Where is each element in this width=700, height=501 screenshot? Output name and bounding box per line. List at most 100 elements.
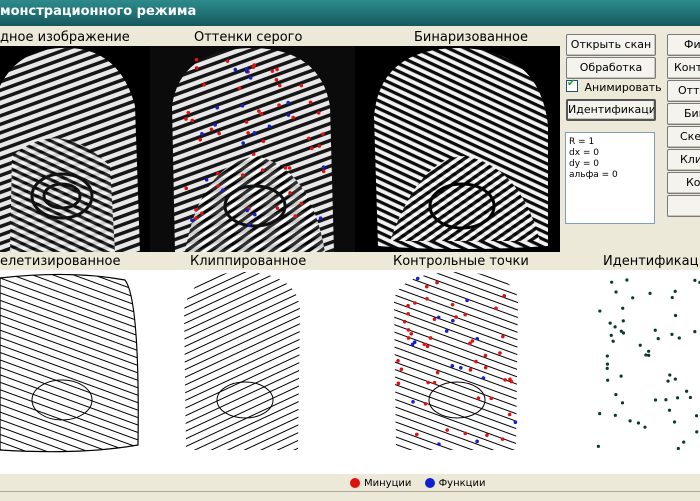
info-dx: dx = 0 bbox=[569, 148, 600, 158]
marker-dot bbox=[411, 400, 415, 404]
marker-dot bbox=[293, 214, 298, 218]
marker-dot bbox=[670, 332, 674, 336]
open-scan-button[interactable]: Открыть скан bbox=[566, 34, 656, 56]
marker-dot bbox=[676, 446, 680, 451]
marker-dot bbox=[244, 120, 249, 124]
marker-dot bbox=[198, 137, 203, 142]
control-points-button[interactable]: Ко bbox=[667, 172, 700, 194]
marker-dot bbox=[621, 331, 626, 335]
marker-dot bbox=[215, 106, 220, 110]
marker-dot bbox=[200, 211, 204, 216]
marker-dot bbox=[424, 284, 429, 289]
marker-dot bbox=[513, 420, 518, 425]
marker-dot bbox=[260, 168, 265, 172]
marker-dot bbox=[247, 223, 251, 228]
marker-dot bbox=[444, 329, 449, 333]
marker-dot bbox=[270, 69, 275, 73]
animate-checkbox[interactable]: Анимировать bbox=[566, 78, 662, 94]
marker-dot bbox=[306, 136, 311, 141]
marker-dot bbox=[507, 412, 512, 417]
marker-dot bbox=[435, 280, 439, 285]
marker-dot bbox=[316, 111, 321, 115]
skeleton-button[interactable]: Скел bbox=[667, 126, 700, 148]
marker-dot bbox=[200, 131, 204, 136]
marker-dot bbox=[647, 353, 651, 357]
marker-dot bbox=[194, 57, 199, 62]
marker-dot bbox=[423, 401, 428, 406]
marker-dot bbox=[508, 377, 512, 382]
marker-dot bbox=[614, 392, 618, 397]
marker-dot bbox=[318, 216, 323, 220]
marker-dot bbox=[489, 396, 494, 401]
identification-point-cloud bbox=[596, 278, 700, 451]
marker-dot bbox=[216, 184, 220, 188]
marker-dot bbox=[694, 414, 699, 418]
marker-dot bbox=[625, 278, 629, 282]
marker-dot bbox=[648, 291, 652, 295]
marker-dot bbox=[310, 146, 314, 151]
checkbox-box[interactable] bbox=[566, 78, 578, 92]
marker-dot bbox=[425, 344, 430, 349]
fp-button[interactable]: Фи bbox=[667, 34, 700, 56]
marker-dot bbox=[613, 413, 617, 417]
marker-dot bbox=[204, 177, 209, 182]
marker-dot bbox=[638, 343, 642, 347]
marker-dot bbox=[261, 139, 266, 144]
marker-dot bbox=[194, 66, 199, 70]
panel-label-binarized: Бинаризованное bbox=[414, 30, 528, 45]
marker-dot bbox=[611, 339, 615, 343]
marker-dot bbox=[216, 171, 220, 176]
identify-button[interactable]: Идентификация bbox=[566, 99, 656, 121]
extra-button[interactable] bbox=[667, 195, 700, 217]
marker-dot bbox=[608, 321, 612, 325]
info-box: R = 1 dx = 0 dy = 0 альфа = 0 bbox=[565, 132, 655, 224]
marker-dot bbox=[275, 206, 280, 210]
marker-dot bbox=[402, 319, 407, 324]
legend: Минуции Функции bbox=[350, 478, 486, 489]
marker-dot bbox=[664, 398, 668, 402]
marker-dot bbox=[240, 103, 245, 108]
marker-dot bbox=[501, 334, 505, 339]
marker-dot bbox=[667, 408, 672, 412]
marker-dot bbox=[414, 432, 419, 437]
marker-dot bbox=[274, 78, 279, 82]
marker-dot bbox=[483, 365, 488, 370]
marker-dot bbox=[468, 368, 473, 372]
marker-dot bbox=[240, 173, 245, 177]
marker-dot bbox=[257, 109, 261, 113]
marker-dot bbox=[253, 212, 257, 217]
marker-dot bbox=[436, 315, 441, 320]
marker-dot bbox=[459, 365, 463, 370]
marker-dot bbox=[483, 353, 488, 358]
marker-dot bbox=[673, 313, 678, 318]
marker-dot bbox=[475, 336, 480, 341]
marker-dot bbox=[225, 59, 230, 63]
panel-label-grayscale: Оттенки серого bbox=[194, 30, 303, 45]
marker-dot bbox=[283, 166, 288, 170]
contrast-button[interactable]: Контра bbox=[667, 57, 700, 79]
marker-dot bbox=[409, 331, 414, 336]
fingerprint-control-points-image bbox=[394, 272, 518, 450]
processing-button[interactable]: Обработка bbox=[566, 57, 656, 79]
clip-button[interactable]: Клип bbox=[667, 149, 700, 171]
marker-dot bbox=[666, 379, 670, 383]
marker-dot bbox=[202, 83, 206, 87]
functions-dot-icon bbox=[424, 478, 435, 488]
marker-dot bbox=[643, 425, 647, 429]
fingerprint-binarized-image bbox=[355, 46, 560, 252]
marker-dot bbox=[406, 328, 411, 332]
marker-dot bbox=[450, 364, 455, 368]
marker-dot bbox=[653, 328, 657, 332]
marker-dot bbox=[502, 294, 507, 298]
legend-functions: Функции bbox=[438, 478, 486, 489]
binarize-button[interactable]: Бин bbox=[667, 103, 700, 125]
marker-dot bbox=[396, 359, 400, 363]
marker-dot bbox=[299, 201, 304, 206]
marker-dot bbox=[209, 127, 214, 132]
marker-dot bbox=[673, 289, 677, 293]
marker-dot bbox=[675, 396, 680, 400]
shades-button[interactable]: Отте bbox=[667, 80, 700, 102]
marker-dot bbox=[412, 340, 417, 345]
marker-dot bbox=[428, 336, 433, 340]
marker-dot bbox=[190, 218, 194, 223]
